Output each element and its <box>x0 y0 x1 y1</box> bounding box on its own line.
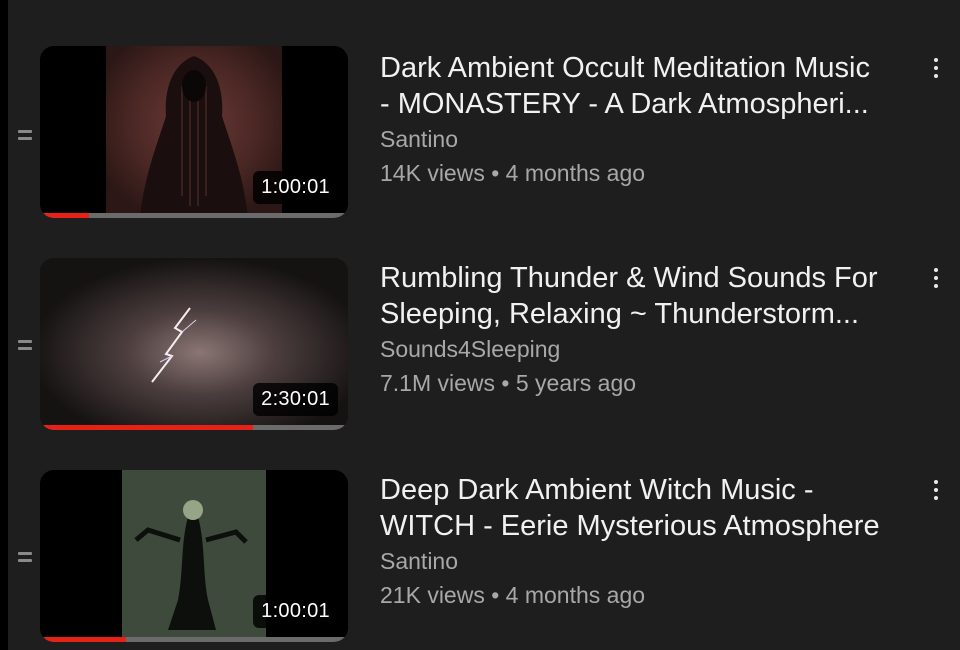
video-title-line-2[interactable]: - MONASTERY - A Dark Atmospheri... <box>380 86 928 122</box>
drag-handle-icon[interactable] <box>18 340 32 354</box>
video-thumbnail[interactable]: 1:00:01 <box>40 470 348 642</box>
duration-badge: 2:30:01 <box>253 383 338 416</box>
watch-progress-fill <box>40 637 127 642</box>
video-meta: 14K views • 4 months ago <box>380 160 646 186</box>
video-title-line-1[interactable]: Rumbling Thunder & Wind Sounds For <box>380 260 928 296</box>
playlist-item[interactable]: 1:00:01 Deep Dark Ambient Witch Music - … <box>8 466 960 650</box>
video-info[interactable]: Deep Dark Ambient Witch Music - WITCH - … <box>380 472 928 612</box>
video-meta: 21K views • 4 months ago <box>380 582 646 608</box>
playlist-item[interactable]: 1:00:01 Dark Ambient Occult Meditation M… <box>8 42 960 252</box>
video-meta: 7.1M views • 5 years ago <box>380 370 637 396</box>
video-title-line-2[interactable]: Sleeping, Relaxing ~ Thunderstorm... <box>380 296 928 332</box>
watch-progress-bar <box>40 213 348 218</box>
drag-handle-icon[interactable] <box>18 552 32 566</box>
drag-handle-icon[interactable] <box>18 130 32 144</box>
channel-name[interactable]: Santino <box>380 122 928 156</box>
left-edge <box>0 0 8 650</box>
duration-badge: 1:00:01 <box>253 595 338 628</box>
video-info[interactable]: Rumbling Thunder & Wind Sounds For Sleep… <box>380 260 928 400</box>
playlist-item[interactable]: 2:30:01 Rumbling Thunder & Wind Sounds F… <box>8 254 960 464</box>
channel-name[interactable]: Sounds4Sleeping <box>380 332 928 366</box>
watch-progress-bar <box>40 637 348 642</box>
video-title-line-1[interactable]: Dark Ambient Occult Meditation Music <box>380 50 928 86</box>
watch-progress-fill <box>40 213 90 218</box>
video-thumbnail[interactable]: 1:00:01 <box>40 46 348 218</box>
watch-progress-bar <box>40 425 348 430</box>
video-info[interactable]: Dark Ambient Occult Meditation Music - M… <box>380 50 928 190</box>
more-options-icon[interactable] <box>928 58 944 86</box>
video-thumbnail[interactable]: 2:30:01 <box>40 258 348 430</box>
more-options-icon[interactable] <box>928 480 944 508</box>
more-options-icon[interactable] <box>928 268 944 296</box>
watch-progress-fill <box>40 425 253 430</box>
playlist-screen: 1:00:01 Dark Ambient Occult Meditation M… <box>0 0 960 650</box>
channel-name[interactable]: Santino <box>380 544 928 578</box>
video-title-line-1[interactable]: Deep Dark Ambient Witch Music - <box>380 472 928 508</box>
duration-badge: 1:00:01 <box>253 171 338 204</box>
video-title-line-2[interactable]: WITCH - Eerie Mysterious Atmosphere <box>380 508 928 544</box>
